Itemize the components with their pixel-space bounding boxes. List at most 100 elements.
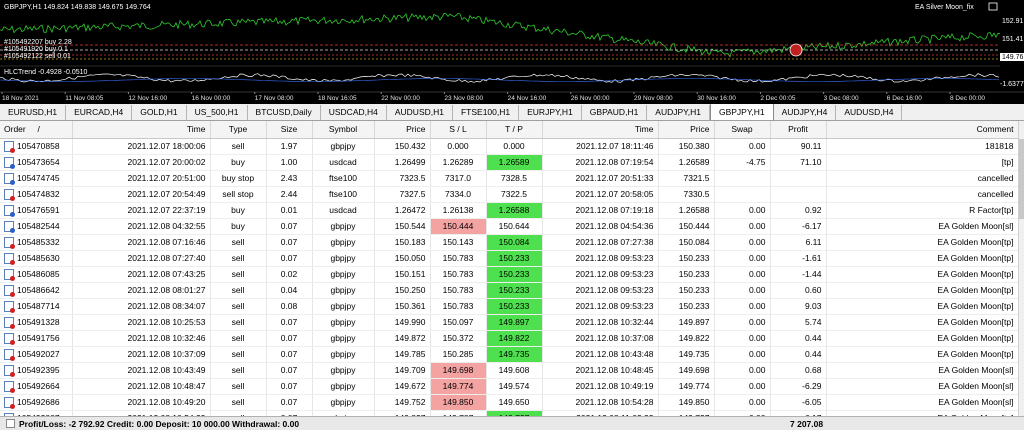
table-row[interactable]: 105492395 2021.12.08 10:43:49 sell 0.07 gbpj… bbox=[0, 362, 1018, 379]
table-row[interactable]: 105487714 2021.12.08 08:34:07 sell 0.08 gbpj… bbox=[0, 298, 1018, 315]
order-size: 0.01 bbox=[266, 202, 313, 219]
sell-order-icon bbox=[4, 188, 15, 201]
table-row[interactable]: 105485630 2021.12.08 07:27:40 sell 0.07 gbpj… bbox=[0, 250, 1018, 267]
tab-us-500-h1[interactable]: US_500,H1 bbox=[187, 105, 248, 120]
col-symbol[interactable]: Symbol bbox=[312, 121, 375, 139]
tab-gbpaud-h1[interactable]: GBPAUD,H1 bbox=[582, 105, 648, 120]
order-symbol: ftse100 bbox=[312, 170, 375, 187]
tab-audjpy-h1[interactable]: AUDJPY,H1 bbox=[647, 105, 710, 120]
order-size: 2.44 bbox=[266, 186, 313, 203]
tab-audusd-h1[interactable]: AUDUSD,H1 bbox=[387, 105, 453, 120]
col-close-price[interactable]: Price bbox=[658, 121, 715, 139]
table-row[interactable]: 105476591 2021.12.07 22:37:19 buy 0.01 usdca… bbox=[0, 202, 1018, 219]
table-row[interactable]: 105491328 2021.12.08 10:25:53 sell 0.07 gbpj… bbox=[0, 314, 1018, 331]
order-cell: 105491328 bbox=[4, 316, 68, 329]
close-time: 2021.12.08 10:43:48 bbox=[542, 346, 659, 363]
order-comment: cancelled bbox=[826, 186, 1018, 203]
col-swap[interactable]: Swap bbox=[714, 121, 771, 139]
col-sl[interactable]: S / L bbox=[430, 121, 487, 139]
table-row[interactable]: 105474745 2021.12.07 20:51:00 buy stop 2.43… bbox=[0, 170, 1018, 187]
col-order[interactable]: Order / bbox=[0, 121, 73, 139]
open-time: 2021.12.08 10:25:53 bbox=[72, 314, 211, 331]
open-price: 150.050 bbox=[374, 250, 431, 267]
close-price: 150.380 bbox=[658, 138, 715, 155]
time-axis-label: 8 Dec 00:00 bbox=[950, 95, 985, 102]
open-price: 149.672 bbox=[374, 378, 431, 395]
col-type[interactable]: Type bbox=[210, 121, 267, 139]
col-size[interactable]: Size bbox=[266, 121, 313, 139]
tab-audusd-h4[interactable]: AUDUSD,H4 bbox=[836, 105, 903, 120]
col-tp[interactable]: T / P bbox=[486, 121, 543, 139]
close-time: 2021.12.07 18:11:46 bbox=[542, 138, 659, 155]
table-row[interactable]: 105486085 2021.12.08 07:43:25 sell 0.02 gbpj… bbox=[0, 266, 1018, 283]
order-comment: EA Golden Moon[tp] bbox=[826, 250, 1018, 267]
order-symbol: gbpjpy bbox=[312, 314, 375, 331]
take-profit: 149.735 bbox=[486, 346, 543, 363]
order-size: 0.07 bbox=[266, 234, 313, 251]
close-price: 149.850 bbox=[658, 394, 715, 411]
order-comment: EA Golden Moon[sl] bbox=[826, 378, 1018, 395]
time-axis-label: 30 Nov 16:00 bbox=[697, 95, 736, 102]
table-row[interactable]: 105474832 2021.12.07 20:54:49 sell stop 2.4… bbox=[0, 186, 1018, 203]
close-price: 150.233 bbox=[658, 298, 715, 315]
order-type: sell bbox=[210, 346, 267, 363]
close-time: 2021.12.08 07:27:38 bbox=[542, 234, 659, 251]
sell-order-icon bbox=[4, 364, 15, 377]
take-profit: 150.233 bbox=[486, 282, 543, 299]
table-row[interactable]: 105492664 2021.12.08 10:48:47 sell 0.07 gbpj… bbox=[0, 378, 1018, 395]
open-time: 2021.12.07 20:51:00 bbox=[72, 170, 211, 187]
order-number: 105491328 bbox=[17, 317, 60, 327]
swap-value: -4.75 bbox=[714, 154, 771, 171]
chart-canvas[interactable]: GBPJPY,H1 149.824 149.838 149.675 149.76… bbox=[0, 0, 1024, 104]
table-row[interactable]: 105486642 2021.12.08 08:01:27 sell 0.04 gbpj… bbox=[0, 282, 1018, 299]
price-chart[interactable]: GBPJPY,H1 149.824 149.838 149.675 149.76… bbox=[0, 0, 1024, 104]
col-price[interactable]: Price bbox=[374, 121, 431, 139]
sell-order-icon bbox=[4, 300, 15, 313]
open-price: 150.250 bbox=[374, 282, 431, 299]
stop-loss: 150.444 bbox=[430, 218, 487, 235]
table-row[interactable]: 105492027 2021.12.08 10:37:09 sell 0.07 gbpj… bbox=[0, 346, 1018, 363]
tab-gold-h1[interactable]: GOLD,H1 bbox=[132, 105, 187, 120]
sell-order-icon bbox=[4, 348, 15, 361]
take-profit: 150.233 bbox=[486, 250, 543, 267]
order-cell: 105487714 bbox=[4, 300, 68, 313]
tab-eurjpy-h1[interactable]: EURJPY,H1 bbox=[519, 105, 582, 120]
time-axis-label: 11 Nov 08:05 bbox=[65, 95, 104, 102]
tab-gbpjpy-h1[interactable]: GBPJPY,H1 bbox=[709, 104, 774, 120]
tab-audjpy-h4[interactable]: AUDJPY,H4 bbox=[774, 105, 837, 120]
tab-eurcad-h4[interactable]: EURCAD,H4 bbox=[66, 105, 133, 120]
col-comment[interactable]: Comment bbox=[826, 121, 1018, 139]
indicator-axis-label: -1.6377 bbox=[1000, 81, 1024, 88]
open-price: 149.709 bbox=[374, 362, 431, 379]
table-row[interactable]: 105485332 2021.12.08 07:16:46 sell 0.07 gbpj… bbox=[0, 234, 1018, 251]
table-row[interactable]: 105492686 2021.12.08 10:49:20 sell 0.07 gbpj… bbox=[0, 394, 1018, 411]
vertical-scrollbar[interactable] bbox=[1018, 121, 1024, 416]
take-profit: 7328.5 bbox=[486, 170, 543, 187]
swap-value bbox=[714, 170, 771, 187]
tab-ftse100-h1[interactable]: FTSE100,H1 bbox=[453, 105, 520, 120]
col-profit[interactable]: Profit bbox=[770, 121, 827, 139]
time-axis-label: 2 Dec 00:05 bbox=[760, 95, 795, 102]
stop-loss: 150.783 bbox=[430, 250, 487, 267]
tab-btcusd-daily[interactable]: BTCUSD,Daily bbox=[248, 105, 321, 120]
table-row[interactable]: 105482544 2021.12.08 04:32:55 buy 0.07 gbpjp… bbox=[0, 218, 1018, 235]
order-type: sell stop bbox=[210, 186, 267, 203]
order-type: sell bbox=[210, 378, 267, 395]
open-price: 149.785 bbox=[374, 346, 431, 363]
open-time: 2021.12.08 10:48:47 bbox=[72, 378, 211, 395]
order-cell: 105485332 bbox=[4, 236, 68, 249]
order-type: sell bbox=[210, 362, 267, 379]
order-comment: EA Golden Moon[tp] bbox=[826, 314, 1018, 331]
table-row[interactable]: 105491756 2021.12.08 10:32:46 sell 0.07 gbpj… bbox=[0, 330, 1018, 347]
close-time: 2021.12.08 07:19:18 bbox=[542, 202, 659, 219]
order-symbol: gbpjpy bbox=[312, 138, 375, 155]
col-close-time[interactable]: Time bbox=[542, 121, 659, 139]
col-time[interactable]: Time bbox=[72, 121, 211, 139]
tab-usdcad-h4[interactable]: USDCAD,H4 bbox=[321, 105, 387, 120]
order-comment: EA Golden Moon[sl] bbox=[826, 394, 1018, 411]
tab-eurusd-h1[interactable]: EURUSD,H1 bbox=[0, 105, 67, 120]
scrollbar-thumb[interactable] bbox=[1019, 139, 1024, 219]
profit-value: 0.92 bbox=[770, 202, 827, 219]
table-row[interactable]: 105473654 2021.12.07 20:00:02 buy 1.00 usdca… bbox=[0, 154, 1018, 171]
table-row[interactable]: 105470858 2021.12.07 18:00:06 sell 1.97 gbpj… bbox=[0, 138, 1018, 155]
